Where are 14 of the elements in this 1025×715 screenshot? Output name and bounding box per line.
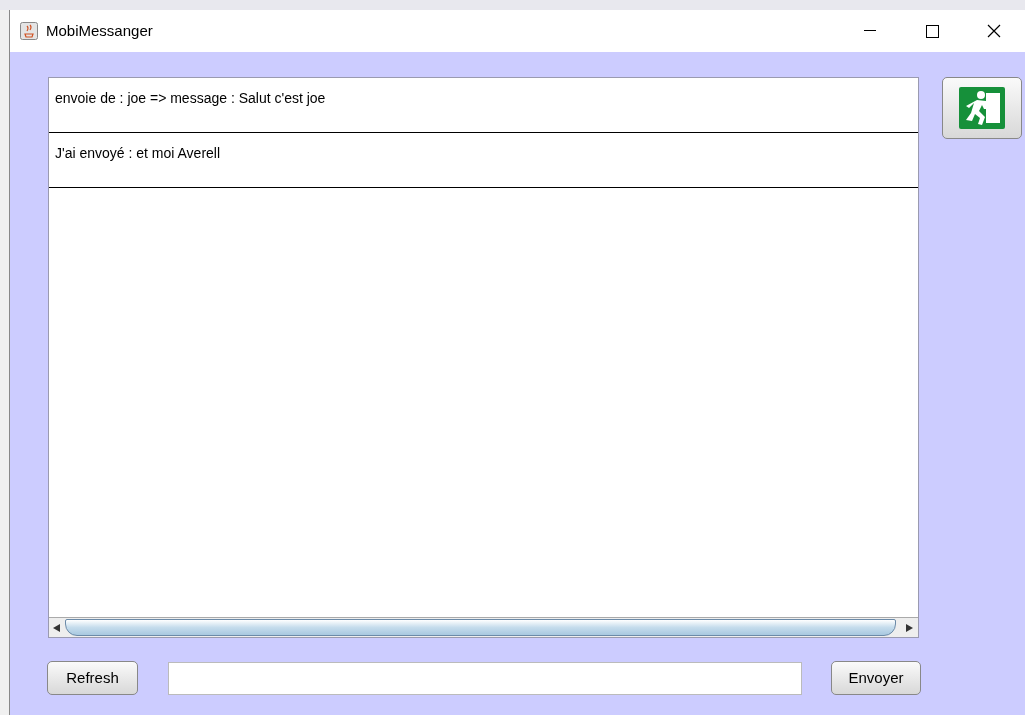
close-icon — [987, 24, 1001, 38]
message-input[interactable] — [168, 661, 802, 695]
refresh-button[interactable]: Refresh — [47, 661, 138, 695]
minimize-icon — [864, 30, 876, 32]
window-title: MobiMessanger — [46, 20, 153, 41]
app-icon — [20, 22, 38, 40]
horizontal-scrollbar[interactable] — [49, 617, 918, 637]
exit-button[interactable] — [942, 77, 1022, 139]
send-button[interactable]: Envoyer — [831, 661, 921, 695]
scrollbar-thumb[interactable] — [65, 619, 896, 636]
maximize-icon — [925, 24, 939, 38]
message-text: envoie de : joe => message : Salut c'est joe — [55, 90, 326, 106]
running-man-icon — [959, 87, 1005, 129]
message-text: J'ai envoyé : et moi Averell — [55, 145, 221, 161]
